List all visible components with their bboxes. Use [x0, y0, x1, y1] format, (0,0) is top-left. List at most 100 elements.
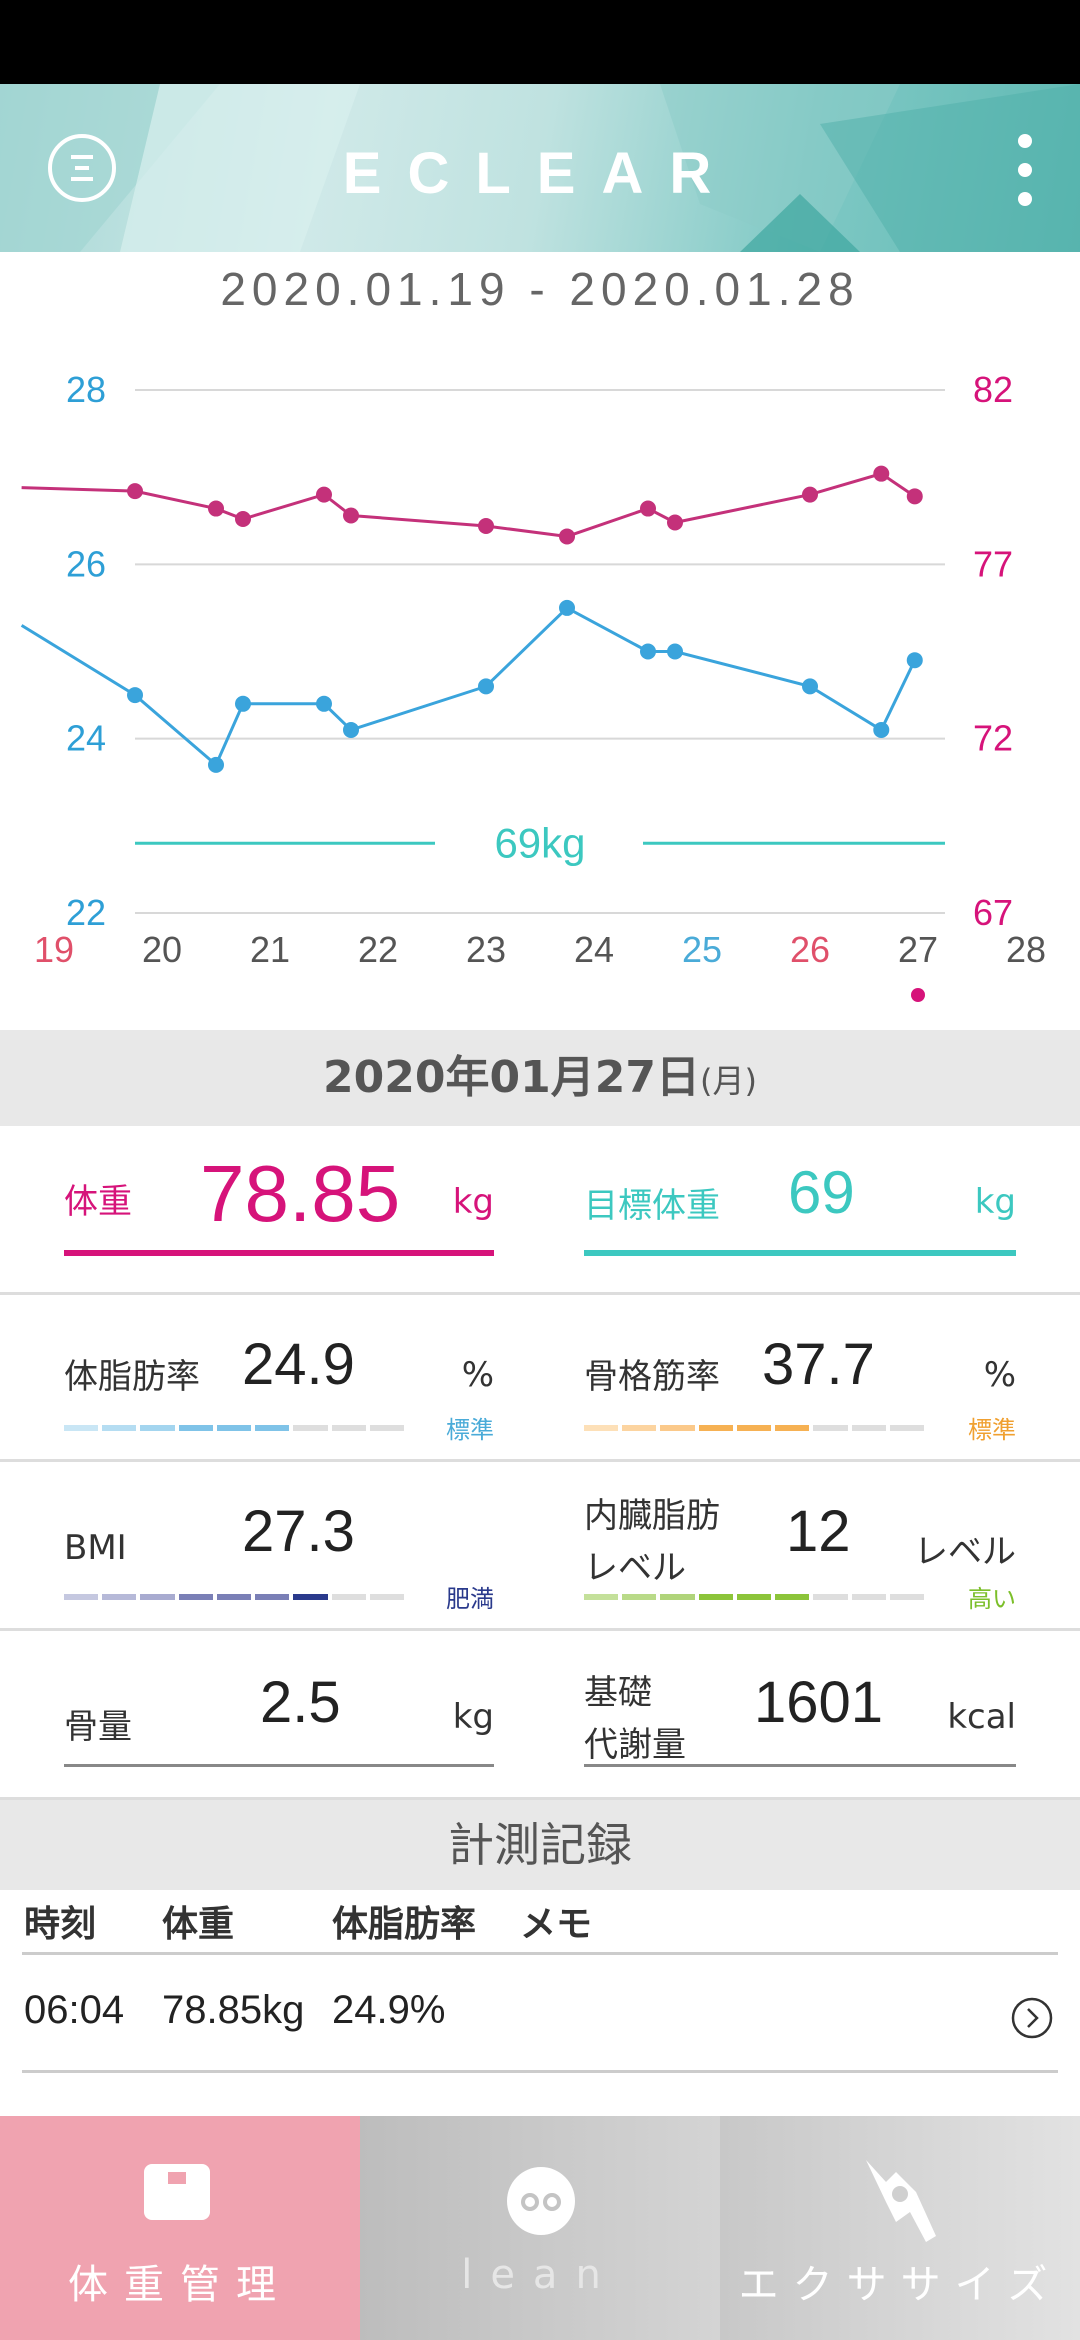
weight-chart[interactable]: 28 82 26 77 24 72 22 67 69kg 19 20 21 22 23 24 25 26 27 28: [0, 340, 1080, 1020]
level-segment: [255, 1425, 290, 1431]
level-segment: [698, 1425, 733, 1431]
level-segment: [736, 1425, 772, 1431]
visceral-fat-unit: レベル: [914, 1532, 1016, 1572]
lean-face-icon: [507, 2167, 575, 2235]
selected-day-marker: [911, 988, 925, 1002]
more-dot-icon: [1018, 134, 1032, 148]
more-options-button[interactable]: [1000, 134, 1050, 206]
data-point: [802, 678, 818, 695]
metabolism-unit: kcal: [947, 1697, 1016, 1737]
level-segment: [584, 1594, 619, 1600]
status-bar: [0, 0, 1080, 84]
visceral-fat-level-bar: [584, 1594, 924, 1600]
record-time: 06:04: [24, 1988, 125, 2032]
x-axis-tick: 27: [898, 929, 938, 970]
level-segment: [584, 1425, 619, 1431]
weight-label: 体重: [64, 1182, 132, 1222]
right-axis-tick: 67: [973, 892, 1013, 933]
level-segment: [660, 1594, 695, 1600]
level-segment: [622, 1425, 657, 1431]
muscle-metric[interactable]: 骨格筋率 37.7 % 標準: [584, 1295, 1016, 1459]
goal-weight-metric[interactable]: 目標体重 69 kg: [584, 1128, 1016, 1292]
data-point: [873, 721, 890, 738]
muscle-value: 37.7: [762, 1332, 875, 1397]
tab-weight-management[interactable]: 体重管理: [0, 2116, 360, 2340]
level-segment: [369, 1425, 404, 1431]
x-axis-tick: 20: [142, 929, 182, 970]
tab-weight-management-label: 体重管理: [68, 2262, 292, 2308]
data-point: [343, 721, 359, 738]
records-header-time: 時刻: [24, 1904, 97, 1945]
records-divider: [22, 2070, 1058, 2073]
left-axis-tick: 22: [66, 892, 106, 933]
visceral-fat-label: 内臓脂肪: [584, 1496, 720, 1536]
bmi-label: BMI: [64, 1528, 127, 1568]
right-axis-tick: 82: [973, 369, 1013, 410]
x-axis-tick: 19: [34, 929, 74, 970]
level-segment: [660, 1425, 695, 1431]
x-axis-tick: 21: [250, 929, 290, 970]
scale-icon: [144, 2164, 210, 2220]
records-title: 計測記録: [0, 1800, 1080, 1890]
bone-mass-value: 2.5: [260, 1670, 341, 1735]
body-fat-metric[interactable]: 体脂肪率 24.9 % 標準: [64, 1295, 494, 1459]
tab-lean[interactable]: lean: [360, 2116, 720, 2340]
metabolism-label-2: 代謝量: [584, 1725, 686, 1765]
level-segment: [178, 1425, 213, 1431]
chevron-right-icon[interactable]: [1010, 1996, 1054, 2040]
selected-date: 2020年01月27日: [323, 1052, 700, 1103]
body-fat-level-bar: [64, 1425, 404, 1431]
bone-mass-metric[interactable]: 骨量 2.5 kg: [64, 1631, 494, 1797]
x-axis-tick: 25: [682, 929, 722, 970]
app-title: ECLEAR: [342, 141, 738, 206]
left-axis-tick: 26: [66, 543, 106, 584]
goal-weight-label: 目標体重: [584, 1186, 720, 1226]
data-point: [906, 652, 923, 669]
bone-mass-label: 骨量: [64, 1707, 132, 1747]
bottom-nav: 体重管理 lean エクササイズ: [0, 2116, 1080, 2340]
visceral-fat-metric[interactable]: 内臓脂肪 レベル 12 レベル 高い: [584, 1462, 1016, 1628]
bone-mass-unit: kg: [452, 1697, 494, 1737]
level-segment: [293, 1425, 328, 1431]
level-segment: [813, 1425, 848, 1431]
level-segment: [331, 1425, 366, 1431]
data-point: [208, 756, 224, 773]
body-fat-label: 体脂肪率: [64, 1357, 200, 1397]
bmi-row: BMI 27.3 肥満 内臓脂肪 レベル 12 レベル 高い: [0, 1462, 1080, 1631]
muscle-unit: %: [983, 1355, 1016, 1395]
table-row[interactable]: 06:04 78.85kg 24.9%: [0, 1956, 1080, 2070]
data-point: [802, 486, 818, 503]
muscle-status: 標準: [968, 1416, 1016, 1444]
data-point: [640, 500, 656, 517]
data-point: [559, 599, 575, 616]
level-segment: [64, 1425, 99, 1431]
level-segment: [813, 1594, 848, 1600]
x-axis-tick: 26: [790, 929, 830, 970]
record-weight: 78.85kg: [162, 1988, 305, 2032]
left-axis-tick: 24: [66, 718, 106, 759]
data-point: [235, 695, 251, 712]
weight-row: 体重 78.85 kg 目標体重 69 kg: [0, 1128, 1080, 1295]
level-segment: [64, 1594, 99, 1600]
data-point: [559, 528, 575, 545]
records-divider: [22, 1952, 1058, 1955]
bmi-metric[interactable]: BMI 27.3 肥満: [64, 1462, 494, 1628]
level-segment: [889, 1594, 924, 1600]
tab-exercise[interactable]: エクササイズ: [720, 2116, 1080, 2340]
data-point: [127, 483, 143, 500]
level-segment: [102, 1425, 137, 1431]
bmi-value: 27.3: [242, 1499, 355, 1564]
level-segment: [889, 1425, 924, 1431]
metabolism-metric[interactable]: 基礎 代謝量 1601 kcal: [584, 1631, 1016, 1797]
more-dot-icon: [1018, 192, 1032, 206]
x-axis-tick: 22: [358, 929, 398, 970]
more-dot-icon: [1018, 163, 1032, 177]
goal-label: 69kg: [494, 819, 585, 866]
x-axis-tick: 28: [1006, 929, 1046, 970]
app-header: ECLEAR: [0, 84, 1080, 252]
data-point: [667, 514, 683, 531]
metabolism-label: 基礎: [584, 1673, 652, 1713]
goal-weight-value: 69: [788, 1159, 855, 1226]
weight-metric[interactable]: 体重 78.85 kg: [64, 1128, 494, 1292]
data-point: [208, 500, 224, 517]
